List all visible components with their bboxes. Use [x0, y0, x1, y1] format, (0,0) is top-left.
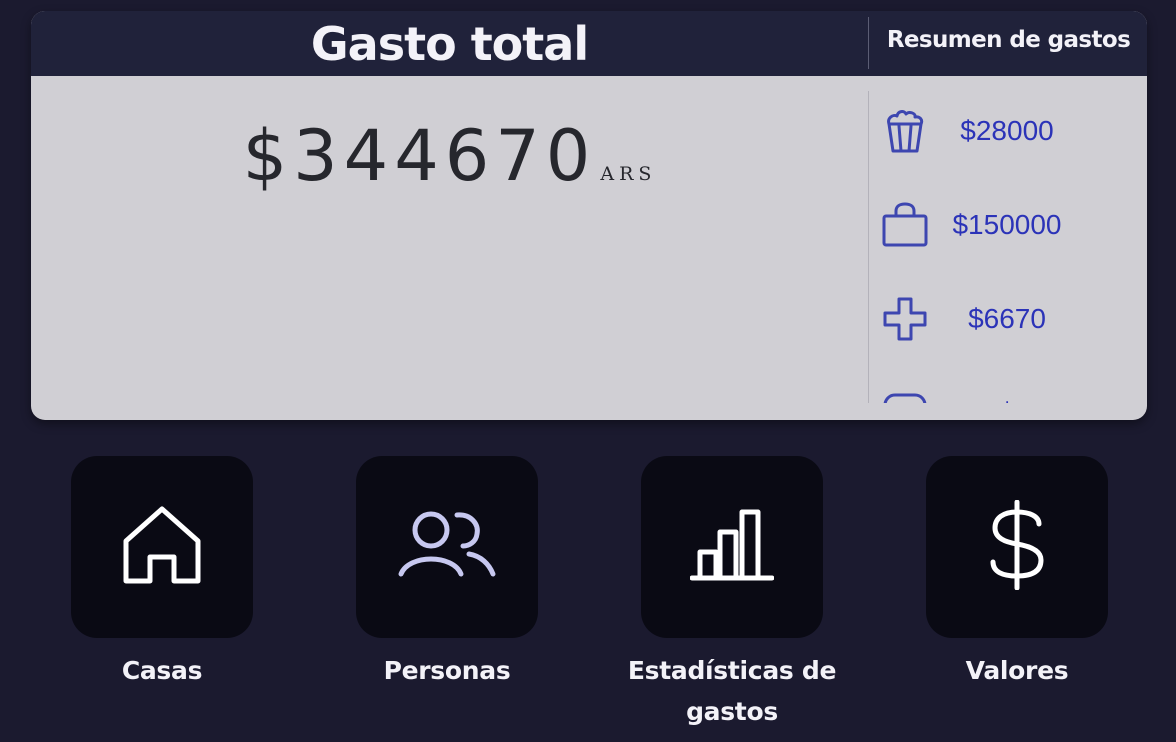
total-display: $344670 ARS — [31, 121, 868, 191]
total-amount: $344670 — [242, 115, 597, 197]
summary-item-health[interactable]: $6670 — [869, 289, 1147, 349]
summary-amount: $ — [931, 383, 1083, 403]
summary-list[interactable]: $28000 $150000 $6670 — [869, 91, 1147, 403]
total-currency: ARS — [600, 163, 657, 185]
house-icon — [120, 503, 204, 591]
nav-tile-valores[interactable] — [926, 456, 1108, 638]
bottom-navigation: Casas Personas Estadísticas de gastos Va… — [0, 456, 1176, 742]
summary-item-popcorn[interactable]: $28000 — [869, 101, 1147, 161]
partial-icon — [881, 389, 929, 403]
nav-label: Valores — [965, 656, 1069, 685]
total-spending-card: Gasto total Resumen de gastos $344670 AR… — [31, 11, 1147, 420]
summary-title: Resumen de gastos — [886, 27, 1131, 53]
summary-item-shopping[interactable]: $150000 — [869, 195, 1147, 255]
medical-cross-icon — [881, 295, 929, 343]
page-title: Gasto total — [310, 16, 589, 71]
bar-chart-icon — [689, 508, 775, 586]
people-icon — [397, 510, 497, 584]
nav-item-valores[interactable]: Valores — [902, 456, 1132, 691]
card-header: Gasto total Resumen de gastos — [31, 11, 1147, 76]
nav-label: Personas — [383, 656, 511, 685]
nav-item-personas[interactable]: Personas — [332, 456, 562, 691]
nav-item-estadisticas[interactable]: Estadísticas de gastos — [617, 456, 847, 732]
popcorn-icon — [881, 107, 929, 155]
nav-tile-estadisticas[interactable] — [641, 456, 823, 638]
summary-amount: $150000 — [952, 209, 1062, 240]
shopping-bag-icon — [881, 201, 929, 249]
nav-item-casas[interactable]: Casas — [47, 456, 277, 691]
nav-label: Estadísticas de gastos — [627, 656, 837, 726]
header-divider — [868, 17, 869, 69]
summary-amount: $28000 — [960, 115, 1054, 146]
dollar-icon — [985, 499, 1049, 594]
nav-tile-personas[interactable] — [356, 456, 538, 638]
summary-amount: $6670 — [968, 303, 1046, 334]
nav-tile-casas[interactable] — [71, 456, 253, 638]
summary-item-partial[interactable]: $ — [869, 383, 1147, 403]
nav-label: Casas — [121, 656, 203, 685]
